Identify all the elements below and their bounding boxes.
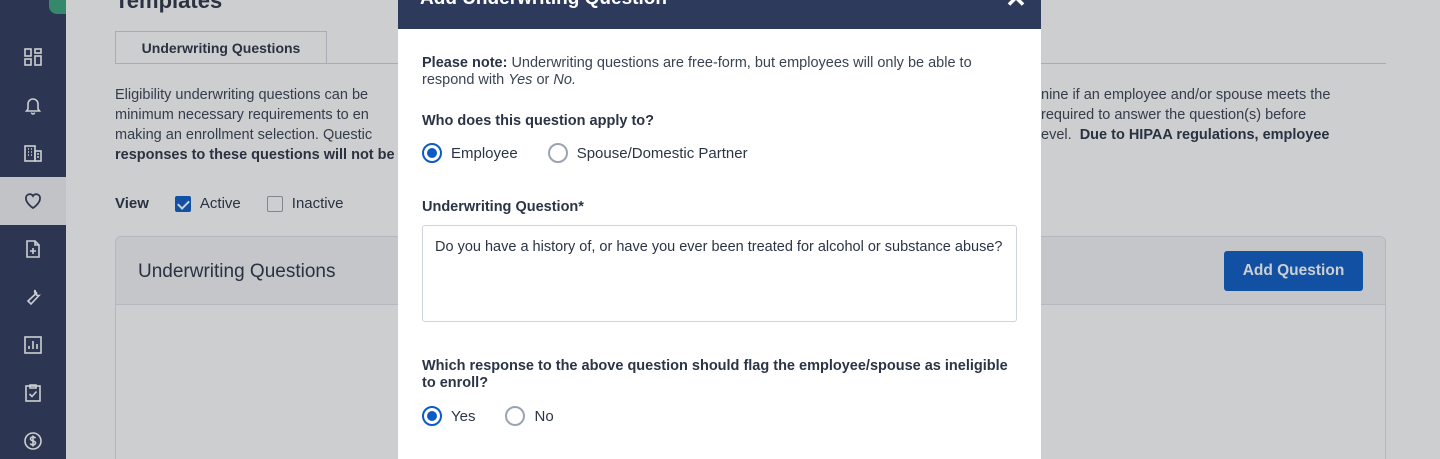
modal-body: Please note: Underwriting questions are … (422, 55, 1017, 426)
note-heading: Please note: (422, 55, 508, 71)
applies-to-radio-group: Employee Spouse/Domestic Partner (422, 143, 1017, 163)
note-or: or (536, 72, 550, 88)
modal-title: Add Underwriting Question (420, 0, 667, 10)
no-radio[interactable] (505, 406, 526, 426)
spouse-radio-label[interactable]: Spouse/Domestic Partner (577, 145, 748, 162)
yes-radio[interactable] (422, 406, 442, 426)
modal-header: Add Underwriting Question ✕ (398, 0, 1041, 29)
question-textarea[interactable]: Do you have a history of, or have you ev… (422, 225, 1017, 322)
employee-radio[interactable] (422, 143, 442, 163)
applies-to-label: Who does this question apply to? (422, 113, 654, 129)
employee-radio-label[interactable]: Employee (451, 145, 518, 162)
note-yes: Yes (508, 72, 533, 88)
close-icon[interactable]: ✕ (1005, 0, 1027, 12)
yes-radio-label[interactable]: Yes (451, 408, 475, 425)
spouse-radio[interactable] (547, 143, 568, 163)
add-question-modal: Add Underwriting Question ✕ Please note:… (398, 0, 1041, 459)
note-no: No. (553, 72, 576, 88)
no-radio-label[interactable]: No (534, 408, 553, 425)
please-note: Please note: Underwriting questions are … (422, 55, 1017, 89)
flag-response-radio-group: Yes No (422, 406, 1017, 426)
flag-response-label: Which response to the above question sho… (422, 358, 1008, 391)
question-label: Underwriting Question* (422, 199, 584, 215)
